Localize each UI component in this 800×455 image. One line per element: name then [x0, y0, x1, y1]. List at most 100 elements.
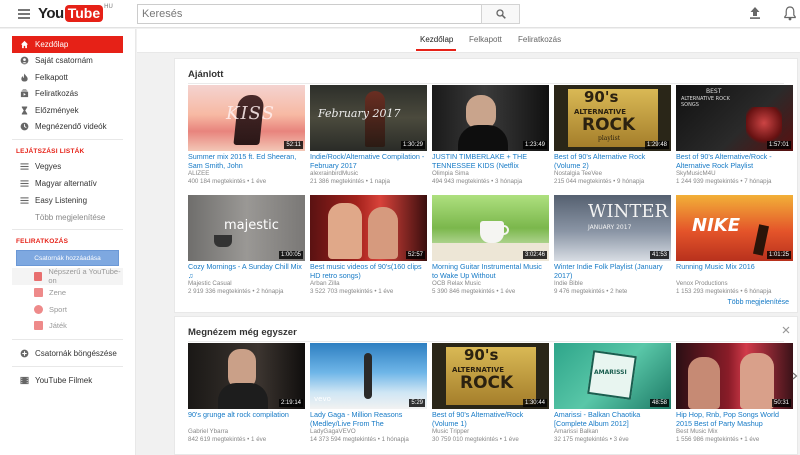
video-card[interactable]: 90's ALTERNATIVE ROCK playlist 1:29:48 B… [554, 85, 671, 186]
sidebar-sub-sport[interactable]: Sport [12, 301, 123, 318]
sidebar-sub-gaming[interactable]: Játék [12, 318, 123, 335]
video-card[interactable]: BEST ALTERNATIVE ROCK SONGS 1:57:01 Best… [676, 85, 793, 186]
video-card[interactable]: majestic 1:00:05 Cozy Mornings - A Sunda… [188, 195, 305, 296]
video-channel[interactable]: ALIZEE [188, 170, 305, 178]
show-more-playlists-link[interactable]: Több megjelenítése [11, 209, 124, 225]
video-channel[interactable]: Amarissi Balkan [554, 428, 671, 436]
video-thumbnail[interactable]: 1:23:49 [432, 85, 549, 151]
video-thumbnail[interactable]: BEST ALTERNATIVE ROCK SONGS 1:57:01 [676, 85, 793, 151]
add-channels-button[interactable]: Csatornák hozzáadása [16, 250, 119, 266]
video-title[interactable]: Cozy Mornings - A Sunday Chill Mix ♫ [188, 263, 305, 280]
video-thumbnail[interactable]: 90's ALTERNATIVE ROCK 1:30:44 [432, 343, 549, 409]
video-title[interactable]: Best of 90's Alternative/Rock (Volume 1) [432, 411, 549, 428]
video-thumbnail[interactable]: 90's ALTERNATIVE ROCK playlist 1:29:48 [554, 85, 671, 151]
sidebar-item-subscriptions[interactable]: Feliratkozás [11, 86, 124, 103]
video-channel[interactable]: Olimpia Sima [432, 170, 549, 178]
video-channel[interactable]: alexrainbirdMusic [310, 170, 427, 178]
video-title[interactable]: Indie/Rock/Alternative Compilation - Feb… [310, 153, 427, 170]
video-channel[interactable]: Nostalgia TeeVee [554, 170, 671, 178]
sidebar-sub-label: Játék [49, 321, 67, 331]
video-thumbnail[interactable]: 3:02:46 [432, 195, 549, 261]
hamburger-menu-icon[interactable] [18, 9, 30, 19]
youtube-films-link[interactable]: YouTube Filmek [11, 371, 124, 389]
video-thumbnail[interactable]: NIKE 1:01:25 [676, 195, 793, 261]
video-title[interactable]: Lady Gaga - Million Reasons (Medley/Live… [310, 411, 427, 428]
video-title[interactable]: Best music videos of 90's(160 clips HD r… [310, 263, 427, 280]
video-thumbnail[interactable]: KISS 52:11 [188, 85, 305, 151]
video-card[interactable]: February 2017 1:30:29 Indie/Rock/Alterna… [310, 85, 427, 186]
youtube-logo[interactable]: You Tube HU [38, 4, 113, 22]
video-title[interactable]: Best of 90's Alternative Rock (Volume 2) [554, 153, 671, 170]
video-channel[interactable]: SkyMusicM4U [676, 170, 793, 178]
video-card[interactable]: 3:02:46 Morning Guitar Instrumental Musi… [432, 195, 549, 296]
video-duration: 1:30:29 [400, 141, 425, 149]
video-card[interactable]: 90's ALTERNATIVE ROCK 1:30:44 Best of 90… [432, 343, 549, 444]
video-channel[interactable]: Arban Zilla [310, 280, 427, 288]
video-thumbnail[interactable]: vevo 5:29 [310, 343, 427, 409]
video-duration: 1:00:05 [278, 251, 303, 259]
video-title[interactable]: Running Music Mix 2016 [676, 263, 793, 280]
video-channel[interactable]: Music Tripper [432, 428, 549, 436]
close-icon[interactable] [782, 326, 790, 334]
browse-channels-link[interactable]: Csatornák böngészése [11, 344, 124, 362]
video-card[interactable]: WINTER JANUARY 2017 41:53 Winter Indie F… [554, 195, 671, 296]
sidebar-playlist-item[interactable]: Vegyes [11, 158, 124, 175]
video-card[interactable]: 50:31 Hip Hop, Rnb, Pop Songs World 2015… [676, 343, 793, 444]
video-thumbnail[interactable]: WINTER JANUARY 2017 41:53 [554, 195, 671, 261]
video-card[interactable]: vevo 5:29 Lady Gaga - Million Reasons (M… [310, 343, 427, 444]
video-card[interactable]: 52:57 Best music videos of 90's(160 clip… [310, 195, 427, 296]
sidebar-item-label: Feliratkozás [35, 89, 79, 99]
video-channel[interactable]: LadyGagaVEVO [310, 428, 427, 436]
sidebar-item-history[interactable]: Előzmények [11, 102, 124, 119]
sidebar-item-watch-later[interactable]: Megnézendő videók [11, 119, 124, 136]
video-thumbnail[interactable]: 2:19:14 [188, 343, 305, 409]
thumbnail-text: February 2017 [318, 107, 401, 120]
video-card[interactable]: AMARISSI 48:58 Amarissi - Balkan Chaotik… [554, 343, 671, 444]
sidebar-playlist-item[interactable]: Easy Listening [11, 192, 124, 209]
sidebar-playlist-item[interactable]: Magyar alternatív [11, 175, 124, 192]
sidebar-item-home[interactable]: Kezdőlap [12, 36, 123, 53]
video-channel[interactable]: Best Music Mix [676, 428, 793, 436]
show-more-videos-link[interactable]: Több megjelenítése [728, 299, 789, 306]
video-channel[interactable]: Majestic Casual [188, 280, 305, 288]
video-thumbnail[interactable]: 52:57 [310, 195, 427, 261]
chevron-right-icon[interactable] [792, 372, 798, 380]
video-channel[interactable]: Gabriel Ybarra [188, 428, 305, 436]
sidebar-item-trending[interactable]: Felkapott [11, 69, 124, 86]
sidebar-playlist-label: Magyar alternatív [35, 179, 97, 188]
video-card[interactable]: 2:19:14 90's grunge alt rock compilation… [188, 343, 305, 444]
video-thumbnail[interactable]: AMARISSI 48:58 [554, 343, 671, 409]
video-title[interactable]: Best of 90's Alternative/Rock - Alternat… [676, 153, 793, 170]
video-thumbnail[interactable]: majestic 1:00:05 [188, 195, 305, 261]
tab-trending[interactable]: Felkapott [469, 35, 502, 44]
tab-subscriptions[interactable]: Feliratkozás [518, 35, 561, 44]
section-divider [188, 341, 784, 342]
search-button[interactable] [481, 4, 520, 24]
recommended-section: Ajánlott KISS 52:11 Summer mix 2015 ft. … [174, 58, 798, 313]
sidebar-sub-popular[interactable]: Népszerű a YouTube-on [12, 267, 123, 285]
video-thumbnail[interactable]: February 2017 1:30:29 [310, 85, 427, 151]
upload-icon[interactable] [748, 6, 762, 20]
notifications-bell-icon[interactable] [783, 5, 797, 21]
video-title[interactable]: JUSTIN TIMBERLAKE + THE TENNESSEE KIDS (… [432, 153, 549, 170]
video-card[interactable]: NIKE 1:01:25 Running Music Mix 2016 Veno… [676, 195, 793, 296]
search-input[interactable]: Keresés [137, 4, 482, 24]
person-icon [20, 56, 29, 65]
sidebar-item-my-channel[interactable]: Saját csatornám [11, 53, 124, 70]
video-title[interactable]: Winter Indie Folk Playlist (January 2017… [554, 263, 671, 280]
sidebar-playlist-label: Vegyes [35, 162, 62, 171]
video-card[interactable]: KISS 52:11 Summer mix 2015 ft. Ed Sheera… [188, 85, 305, 186]
sidebar-sub-music[interactable]: Zene [12, 285, 123, 302]
video-channel[interactable]: OCB Relax Music [432, 280, 549, 288]
tab-home[interactable]: Kezdőlap [420, 35, 453, 44]
video-title[interactable]: Hip Hop, Rnb, Pop Songs World 2015 Best … [676, 411, 793, 428]
video-card[interactable]: 1:23:49 JUSTIN TIMBERLAKE + THE TENNESSE… [432, 85, 549, 186]
video-channel[interactable]: Venox Productions [676, 280, 793, 288]
video-title[interactable]: Morning Guitar Instrumental Music to Wak… [432, 263, 549, 280]
video-channel[interactable]: Indie Bible [554, 280, 671, 288]
video-title[interactable]: Summer mix 2015 ft. Ed Sheeran, Sam Smit… [188, 153, 305, 170]
video-thumbnail[interactable]: 50:31 [676, 343, 793, 409]
sidebar-item-label: Előzmények [35, 105, 79, 115]
video-title[interactable]: 90's grunge alt rock compilation [188, 411, 305, 428]
video-title[interactable]: Amarissi - Balkan Chaotika [Complete Alb… [554, 411, 671, 428]
